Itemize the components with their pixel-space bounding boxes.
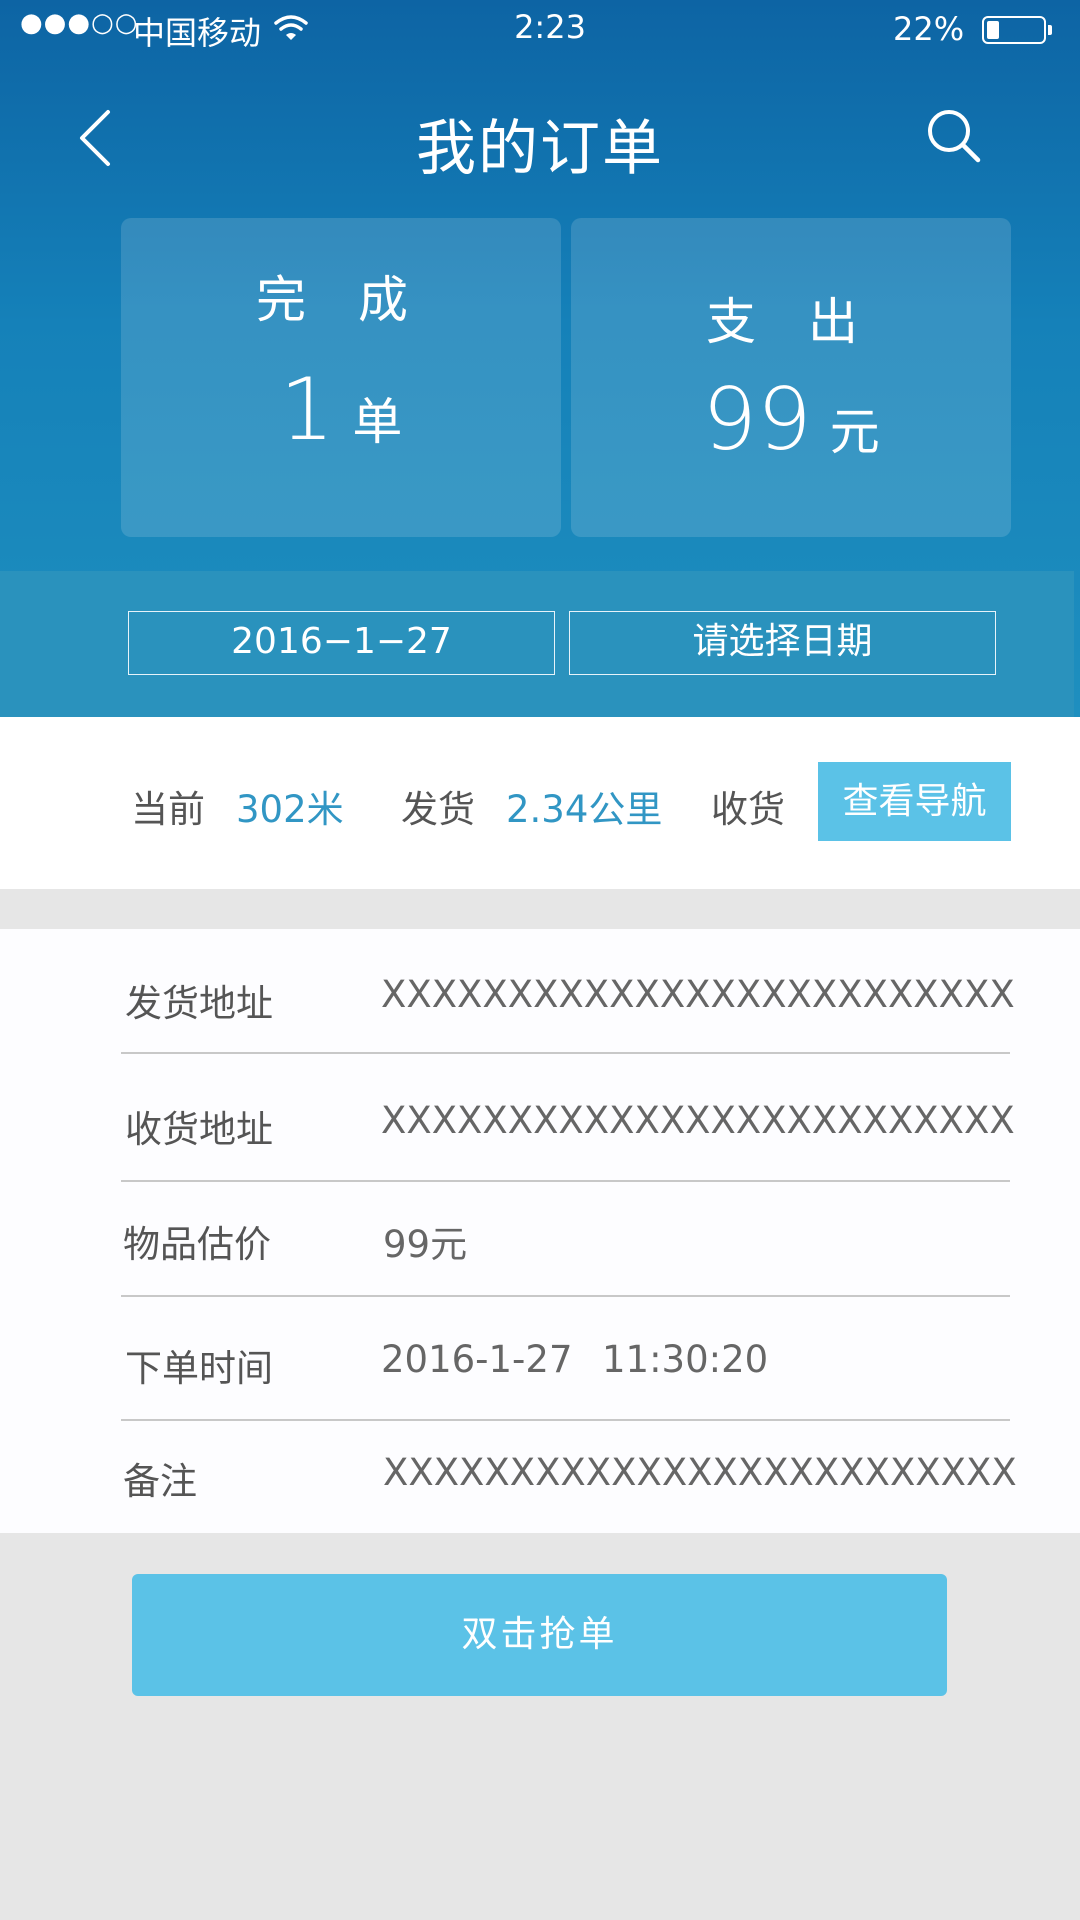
battery-fill <box>987 21 999 39</box>
expense-card: 支 出 99 元 <box>571 218 1011 537</box>
distance-info-row: 当前 302米 发货 2.34公里 收货 查看导航 <box>0 717 1080 889</box>
view-navigation-button[interactable]: 查看导航 <box>818 762 1011 841</box>
expense-label: 支 出 <box>706 293 876 351</box>
completed-count: 1 <box>279 360 335 460</box>
battery-icon <box>982 16 1052 44</box>
search-icon[interactable] <box>924 106 984 166</box>
receive-address-value: XXXXXXXXXXXXXXXXXXXXXXXXX <box>381 1099 1015 1142</box>
order-time-clock: 11:30:20 <box>602 1338 769 1381</box>
ship-distance: 2.34公里 <box>506 788 663 831</box>
current-distance: 302米 <box>236 788 344 831</box>
divider <box>121 1052 1010 1054</box>
receive-address-label: 收货地址 <box>125 1108 273 1151</box>
completed-label: 完 成 <box>256 271 426 329</box>
end-date-picker[interactable]: 请选择日期 <box>569 611 996 675</box>
completed-unit: 单 <box>352 393 403 451</box>
order-time-label: 下单时间 <box>125 1347 273 1390</box>
item-value-amount: 99元 <box>383 1223 468 1266</box>
status-bar: ●●●○○ 中国移动 2:23 22% <box>0 0 1080 60</box>
expense-value-row: 99 元 <box>571 370 1011 470</box>
order-time-date: 2016-1-27 <box>381 1338 573 1381</box>
item-value-label: 物品估价 <box>123 1223 271 1266</box>
start-date-field[interactable]: 2016−1−27 <box>128 611 555 675</box>
battery-percent: 22% <box>893 10 965 48</box>
expense-amount: 99 <box>702 370 812 470</box>
current-label: 当前 <box>131 788 205 831</box>
nav-bar: 我的订单 <box>0 80 1080 190</box>
ship-address-value: XXXXXXXXXXXXXXXXXXXXXXXXX <box>381 973 1015 1016</box>
battery-nub <box>1048 25 1052 35</box>
divider <box>121 1295 1010 1297</box>
divider <box>121 1180 1010 1182</box>
receive-label: 收货 <box>711 788 785 831</box>
order-details: 发货地址 XXXXXXXXXXXXXXXXXXXXXXXXX 收货地址 XXXX… <box>0 929 1080 1533</box>
ship-label: 发货 <box>401 788 475 831</box>
completed-orders-card: 完 成 1单 <box>121 218 561 537</box>
divider <box>121 1419 1010 1421</box>
ship-address-label: 发货地址 <box>125 982 273 1025</box>
header: ●●●○○ 中国移动 2:23 22% 我的订单 完 成 1 单 支 出 99 … <box>0 0 1080 717</box>
remark-label: 备注 <box>123 1460 197 1503</box>
remark-value: XXXXXXXXXXXXXXXXXXXXXXXXX <box>383 1451 1017 1494</box>
completed-value-row: 1单 <box>121 360 561 460</box>
page-title: 我的订单 <box>416 114 664 184</box>
grab-order-button[interactable]: 双击抢单 <box>132 1574 947 1696</box>
expense-unit: 元 <box>829 403 880 461</box>
